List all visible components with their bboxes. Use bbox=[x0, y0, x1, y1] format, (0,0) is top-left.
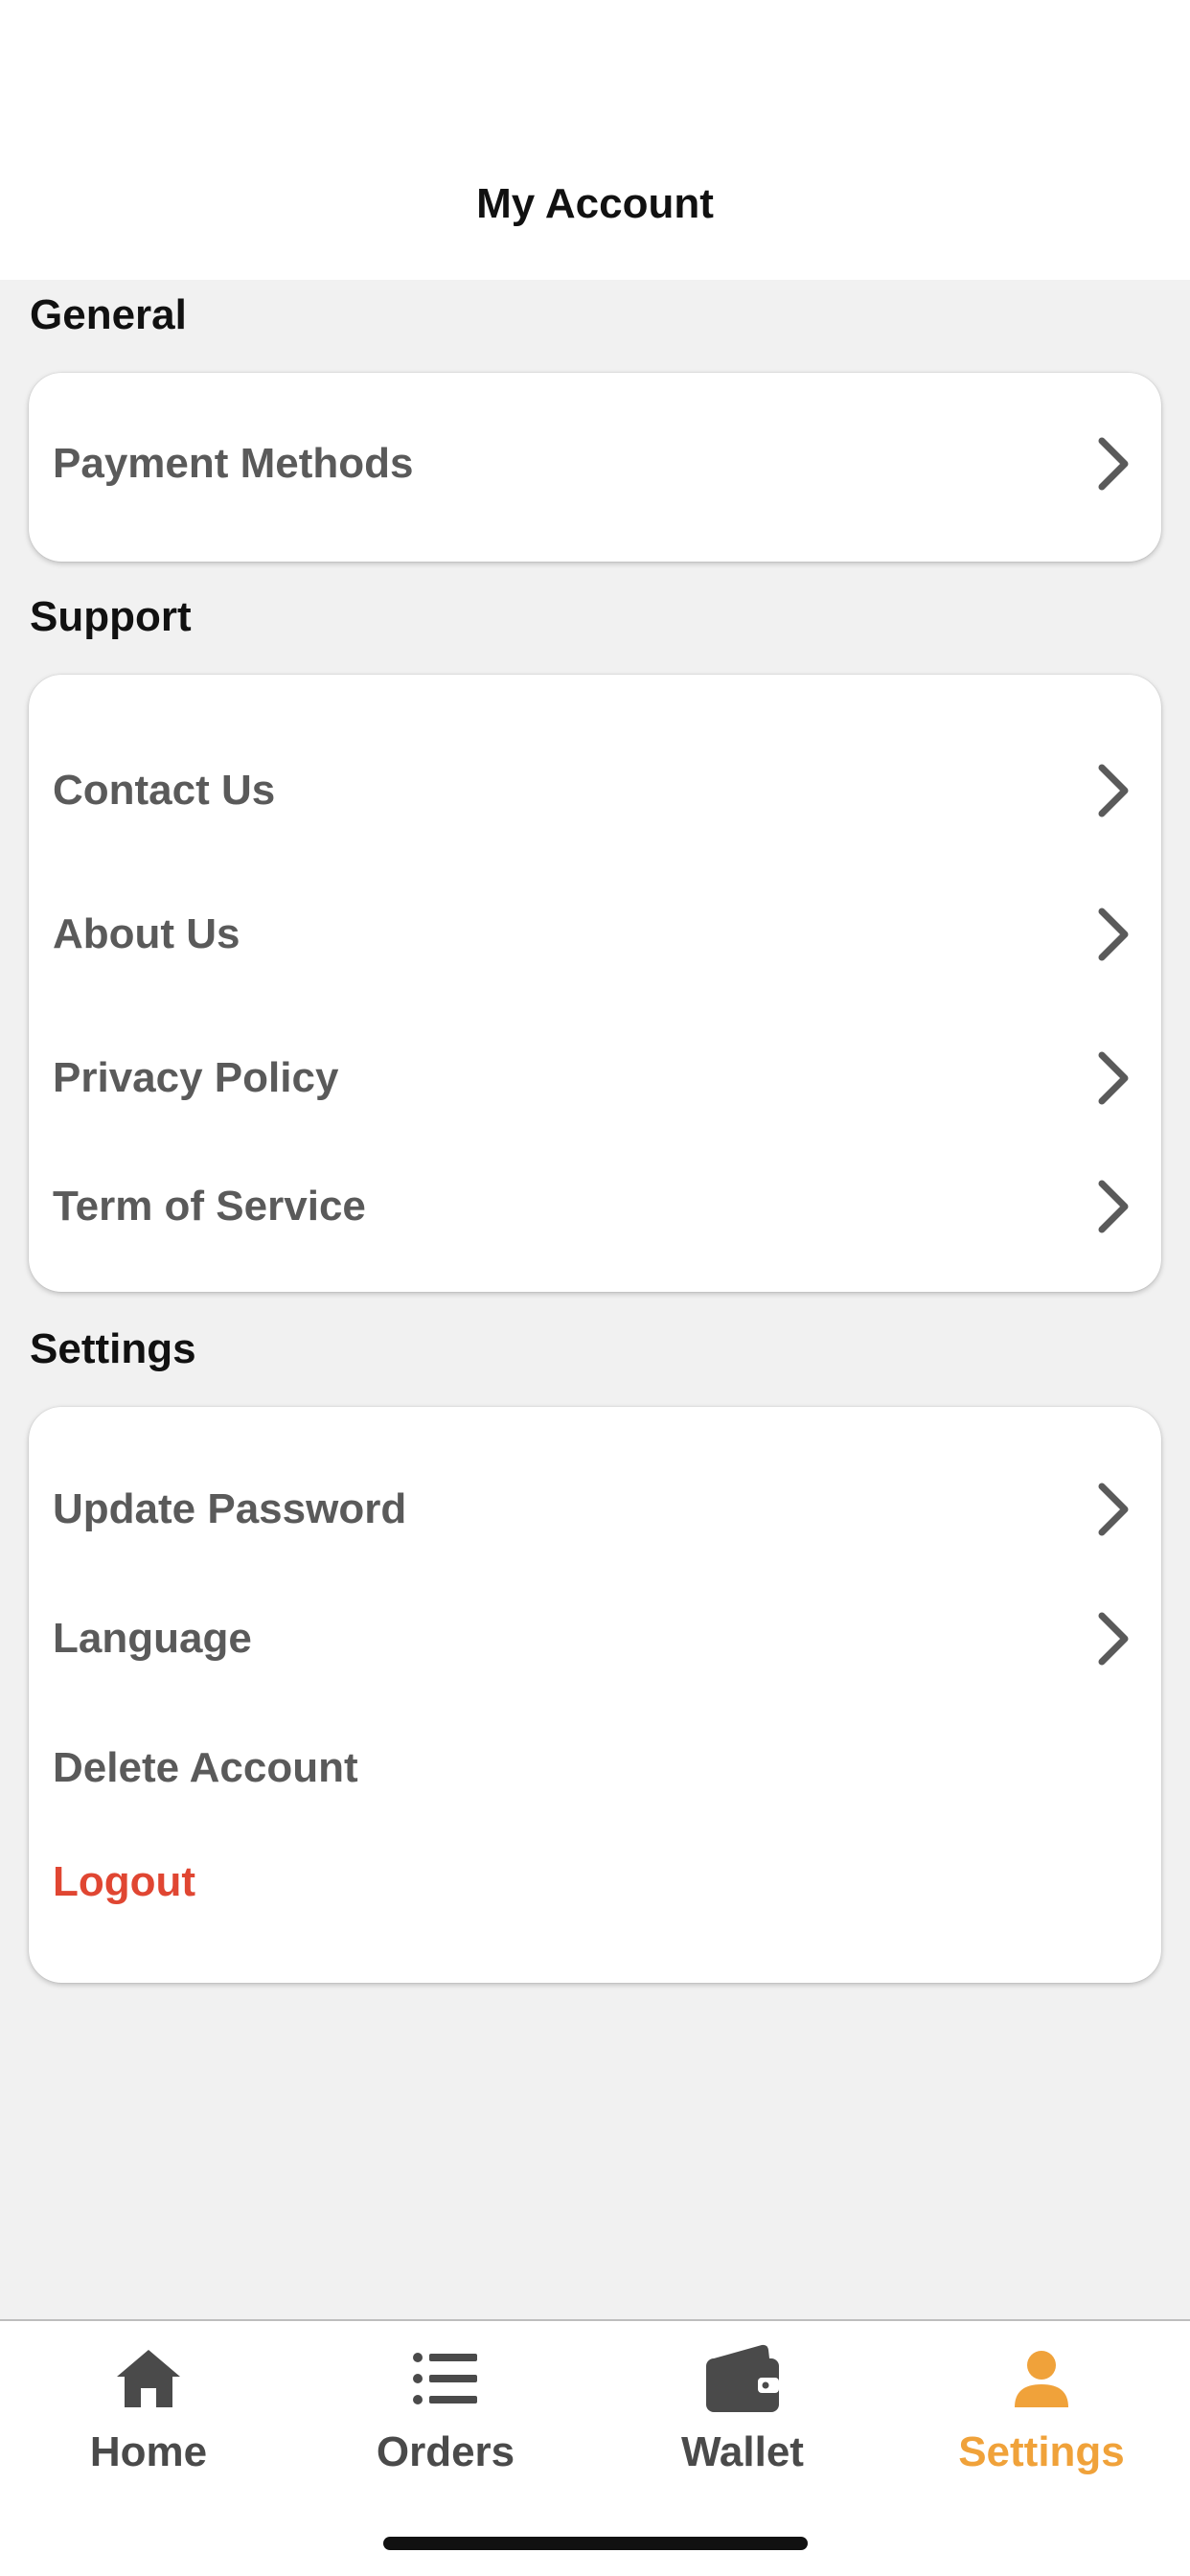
contact-us-label: Contact Us bbox=[53, 767, 276, 814]
about-us-row[interactable]: About Us bbox=[29, 886, 1161, 982]
tab-wallet[interactable]: Wallet bbox=[594, 2338, 891, 2501]
update-password-row[interactable]: Update Password bbox=[29, 1461, 1161, 1557]
list-icon bbox=[400, 2338, 492, 2419]
tab-home-label: Home bbox=[89, 2428, 208, 2475]
page-title: My Account bbox=[476, 180, 714, 227]
wallet-icon bbox=[697, 2338, 789, 2419]
tab-home[interactable]: Home bbox=[0, 2338, 297, 2501]
tab-wallet-label: Wallet bbox=[681, 2428, 804, 2475]
logout-label: Logout bbox=[53, 1858, 196, 1905]
top-header: My Account bbox=[0, 0, 1190, 280]
chevron-right-icon bbox=[1094, 1610, 1133, 1668]
update-password-label: Update Password bbox=[53, 1485, 407, 1532]
chevron-right-icon bbox=[1094, 1049, 1133, 1107]
my-account-screen: My Account General Payment Methods Suppo… bbox=[0, 0, 1190, 2576]
language-label: Language bbox=[53, 1615, 252, 1662]
support-card: Contact Us About Us Privacy Policy Term … bbox=[29, 675, 1161, 1292]
tab-settings-label: Settings bbox=[958, 2428, 1125, 2475]
chevron-right-icon bbox=[1094, 762, 1133, 819]
chevron-right-icon bbox=[1094, 435, 1133, 493]
section-title-general: General bbox=[30, 291, 187, 338]
tab-orders[interactable]: Orders bbox=[297, 2338, 594, 2501]
term-of-service-label: Term of Service bbox=[53, 1183, 366, 1230]
logout-row[interactable]: Logout bbox=[29, 1834, 1161, 1930]
delete-account-label: Delete Account bbox=[53, 1744, 358, 1791]
general-card: Payment Methods bbox=[29, 373, 1161, 562]
settings-card: Update Password Language Delete Account … bbox=[29, 1407, 1161, 1983]
section-title-settings: Settings bbox=[30, 1325, 196, 1372]
chevron-right-icon bbox=[1094, 1178, 1133, 1235]
contact-us-row[interactable]: Contact Us bbox=[29, 743, 1161, 839]
home-indicator[interactable] bbox=[383, 2537, 808, 2550]
about-us-label: About Us bbox=[53, 910, 240, 957]
privacy-policy-row[interactable]: Privacy Policy bbox=[29, 1030, 1161, 1126]
home-icon bbox=[103, 2338, 195, 2419]
tab-orders-label: Orders bbox=[376, 2428, 515, 2475]
privacy-policy-label: Privacy Policy bbox=[53, 1054, 339, 1101]
tab-settings[interactable]: Settings bbox=[893, 2338, 1190, 2501]
section-title-support: Support bbox=[30, 593, 192, 640]
payment-methods-label: Payment Methods bbox=[53, 440, 414, 487]
chevron-right-icon bbox=[1094, 1481, 1133, 1538]
language-row[interactable]: Language bbox=[29, 1591, 1161, 1687]
delete-account-row[interactable]: Delete Account bbox=[29, 1720, 1161, 1816]
person-icon bbox=[995, 2338, 1087, 2419]
payment-methods-row[interactable]: Payment Methods bbox=[29, 416, 1161, 512]
chevron-right-icon bbox=[1094, 906, 1133, 963]
term-of-service-row[interactable]: Term of Service bbox=[29, 1159, 1161, 1254]
